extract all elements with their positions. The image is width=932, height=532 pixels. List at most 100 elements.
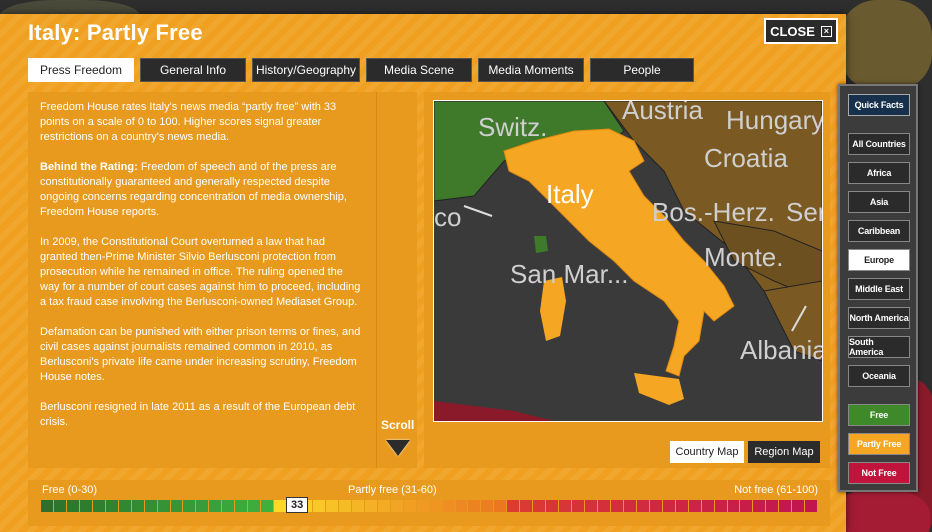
region-caribbean[interactable]: Caribbean: [848, 220, 910, 242]
tab-general-info[interactable]: General Info: [140, 58, 246, 82]
scale-label-partly-free: Partly free (31-60): [348, 484, 437, 496]
map-label-ser: Ser: [786, 197, 822, 227]
region-oceania[interactable]: Oceania: [848, 365, 910, 387]
scale-bar: [41, 500, 818, 512]
scale-segment: [753, 500, 766, 512]
country-map-button[interactable]: Country Map: [670, 441, 744, 463]
scale-segment: [131, 500, 144, 512]
country-map[interactable]: Switz. Austria Hungary Croatia Italy Bos…: [433, 100, 823, 422]
scale-segment: [338, 500, 351, 512]
scale-segment: [390, 500, 403, 512]
scale-segment: [520, 500, 533, 512]
paragraph-court: In 2009, the Constitutional Court overtu…: [40, 236, 361, 308]
north-africa-region: [434, 401, 554, 421]
scale-segment: [507, 500, 520, 512]
scale-segment: [41, 500, 53, 512]
scale-segment: [53, 500, 66, 512]
scale-segment: [222, 500, 235, 512]
filter-not-free[interactable]: Not Free: [848, 462, 910, 484]
scale-segment: [623, 500, 636, 512]
scale-segment: [740, 500, 753, 512]
scale-segment: [779, 500, 792, 512]
scale-segment: [66, 500, 79, 512]
close-label: CLOSE: [770, 23, 815, 39]
map-label-monaco: co: [434, 202, 461, 232]
scale-segment: [649, 500, 662, 512]
scale-segment: [416, 500, 429, 512]
scale-segment: [533, 500, 546, 512]
scale-segment: [455, 500, 468, 512]
scale-segment: [714, 500, 727, 512]
scale-segment: [364, 500, 377, 512]
scale-segment: [429, 500, 442, 512]
map-label-albania: Albania: [740, 335, 822, 365]
region-sidebar: Quick Facts All Countries Africa Asia Ca…: [838, 84, 918, 492]
scale-segment: [144, 500, 157, 512]
scroll-control[interactable]: Scroll: [376, 92, 417, 468]
behind-rating-heading: Behind the Rating:: [40, 161, 138, 173]
region-map-button[interactable]: Region Map: [748, 441, 820, 463]
scale-segment: [92, 500, 105, 512]
scale-segment: [157, 500, 170, 512]
scale-segment: [481, 500, 494, 512]
region-asia[interactable]: Asia: [848, 191, 910, 213]
monaco-pointer: [463, 205, 493, 217]
scale-segment: [597, 500, 610, 512]
scale-segment: [636, 500, 649, 512]
scale-segment: [313, 500, 325, 512]
tab-press-freedom[interactable]: Press Freedom: [28, 58, 134, 82]
filter-free[interactable]: Free: [848, 404, 910, 426]
scale-segment: [688, 500, 701, 512]
scale-segment: [610, 500, 623, 512]
tab-media-scene[interactable]: Media Scene: [366, 58, 472, 82]
map-label-hungary: Hungary: [726, 105, 822, 135]
region-middle-east[interactable]: Middle East: [848, 278, 910, 300]
scale-segment: [442, 500, 455, 512]
scale-segment: [559, 500, 572, 512]
scale-segment: [727, 500, 740, 512]
map-label-bos-herz: Bos.-Herz.: [652, 197, 775, 227]
tab-media-moments[interactable]: Media Moments: [478, 58, 584, 82]
scale-segment: [274, 500, 287, 512]
paragraph-behind-rating: Behind the Rating: Freedom of speech and…: [40, 160, 364, 220]
paragraph-resignation: Berlusconi resigned in late 2011 as a re…: [40, 401, 356, 428]
close-icon: ×: [820, 25, 832, 37]
map-label-italy: Italy: [546, 179, 594, 209]
scale-segment: [118, 500, 131, 512]
tab-people[interactable]: People: [590, 58, 694, 82]
map-label-austria: Austria: [622, 101, 703, 125]
paragraph-defamation: Defamation can be punished with either p…: [40, 326, 361, 383]
country-detail-panel: Italy: Partly Free CLOSE × Press Freedom…: [0, 14, 846, 532]
quick-facts-button[interactable]: Quick Facts: [848, 94, 910, 116]
italy-map-svg: Switz. Austria Hungary Croatia Italy Bos…: [434, 101, 822, 421]
paragraph-intro: Freedom House rates Italy's news media “…: [40, 101, 337, 143]
page-title: Italy: Partly Free: [28, 20, 203, 45]
scale-segment: [351, 500, 364, 512]
filter-partly-free[interactable]: Partly Free: [848, 433, 910, 455]
close-button[interactable]: CLOSE ×: [764, 18, 838, 44]
region-all-countries[interactable]: All Countries: [848, 133, 910, 155]
rating-text-panel: Freedom House rates Italy's news media “…: [28, 92, 376, 468]
scale-segment: [235, 500, 248, 512]
scale-segment: [170, 500, 183, 512]
scale-segment: [377, 500, 390, 512]
scale-segment: [403, 500, 416, 512]
region-europe[interactable]: Europe: [848, 249, 910, 271]
scale-segment: [662, 500, 675, 512]
map-label-switz: Switz.: [478, 112, 547, 142]
tab-bar: Press Freedom General Info History/Geogr…: [28, 58, 694, 82]
sicily-shape: [634, 373, 684, 405]
map-label-croatia: Croatia: [704, 143, 788, 173]
scale-segment: [105, 500, 118, 512]
region-africa[interactable]: Africa: [848, 162, 910, 184]
san-marino-region: [534, 236, 548, 253]
scroll-down-icon[interactable]: [386, 440, 410, 456]
scale-segment: [209, 500, 222, 512]
tab-history-geography[interactable]: History/Geography: [252, 58, 360, 82]
scale-segment: [183, 500, 196, 512]
region-south-america[interactable]: South America: [848, 336, 910, 358]
scale-segment: [572, 500, 585, 512]
scale-segment: [248, 500, 261, 512]
scale-segment: [701, 500, 714, 512]
region-north-america[interactable]: North America: [848, 307, 910, 329]
